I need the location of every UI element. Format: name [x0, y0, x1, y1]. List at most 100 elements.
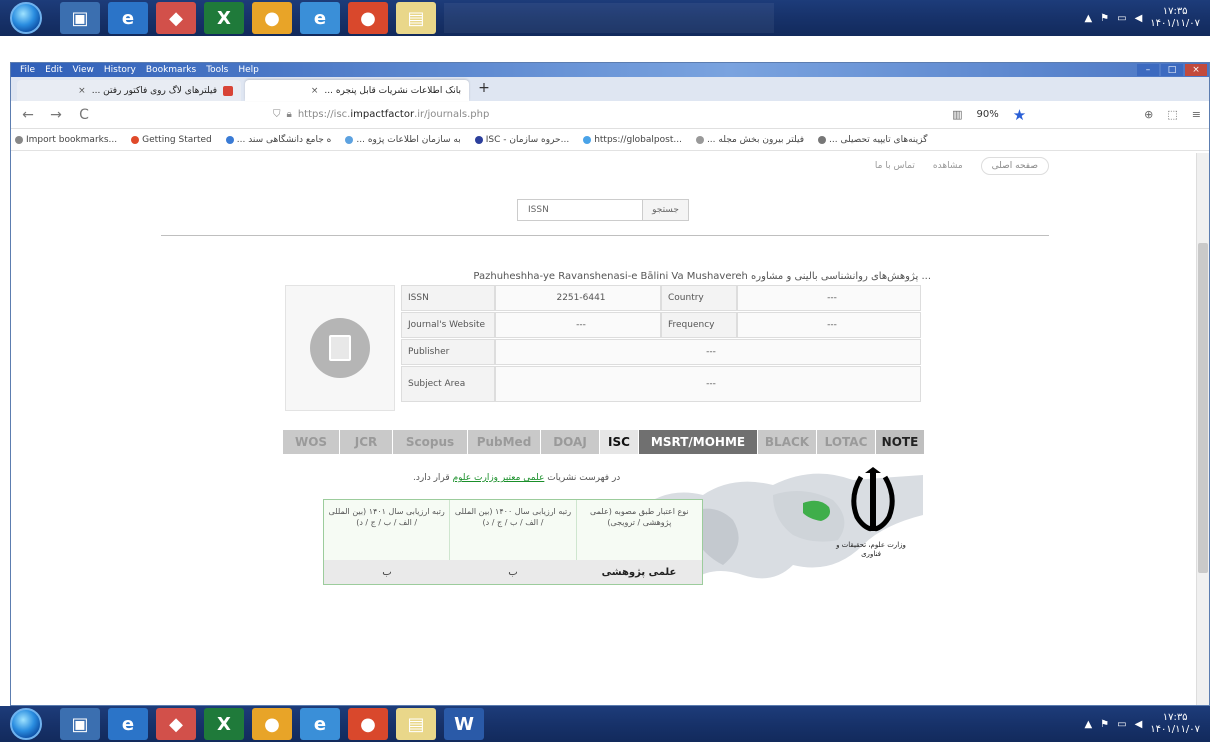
- menu-bookmarks[interactable]: Bookmarks: [141, 65, 201, 75]
- word-icon[interactable]: W: [444, 708, 484, 740]
- minimize-icon[interactable]: –: [1137, 64, 1159, 76]
- bookmark-site-icon: [474, 135, 483, 144]
- menu-icon[interactable]: ≡: [1192, 108, 1201, 121]
- journal-cover: [285, 285, 395, 411]
- internet-explorer-icon[interactable]: e: [108, 708, 148, 740]
- info-value: ---: [737, 312, 921, 338]
- excel-icon[interactable]: X: [204, 708, 244, 740]
- lock-icon[interactable]: 🔒︎: [287, 109, 292, 120]
- bookmark-item[interactable]: https://globalpost...: [583, 135, 682, 145]
- bookmark-site-icon: [345, 135, 354, 144]
- chrome-icon[interactable]: ●: [252, 2, 292, 34]
- start-button[interactable]: [10, 2, 42, 34]
- grade-value: علمی پژوهشی: [601, 566, 677, 578]
- url-bar[interactable]: ⛉ 🔒︎ https://isc. impactfactor .ir/journal…: [103, 104, 903, 126]
- tab-note[interactable]: NOTE: [876, 430, 924, 462]
- media-player-icon[interactable]: ◆: [156, 708, 196, 740]
- reader-view-icon[interactable]: ▥: [952, 108, 962, 121]
- extensions-icon[interactable]: ⬚: [1167, 108, 1177, 121]
- edge-icon[interactable]: e: [300, 708, 340, 740]
- bookmark-star-icon[interactable]: ★: [1013, 106, 1026, 124]
- navigation-bar: ← → C ⛉ 🔒︎ https://isc. impactfactor .ir/j…: [11, 101, 1209, 129]
- info-value: ---: [495, 339, 921, 365]
- scrollbar-thumb[interactable]: [1198, 243, 1208, 573]
- media-player-icon[interactable]: ◆: [156, 2, 196, 34]
- tray-chevron-icon[interactable]: ▲: [1084, 13, 1092, 24]
- explorer-icon[interactable]: ▣: [60, 2, 100, 34]
- bookmark-item[interactable]: Import bookmarks...: [15, 135, 117, 145]
- menu-file[interactable]: File: [15, 65, 40, 75]
- menu-edit[interactable]: Edit: [40, 65, 67, 75]
- search-button[interactable]: جستجو: [643, 199, 689, 221]
- firefox-icon[interactable]: ●: [348, 708, 388, 740]
- zoom-level[interactable]: 90%: [976, 109, 998, 120]
- menu-help[interactable]: Help: [233, 65, 264, 75]
- new-tab-button[interactable]: +: [473, 80, 495, 101]
- scrollbar[interactable]: [1196, 153, 1209, 705]
- menu-history[interactable]: History: [99, 65, 141, 75]
- bookmark-item[interactable]: Getting Started: [131, 135, 212, 145]
- bookmark-item[interactable]: ... فیلتر بیرون بخش مجله: [695, 135, 804, 145]
- taskbar-top: ▣ e ◆ X ● e ● ▤ ▲ ⚑ ▭ ◀ ۱۷:۳۵ ۱۴۰۱/۱۱/۰۷: [0, 0, 1210, 36]
- reload-icon[interactable]: C: [75, 107, 93, 123]
- divider: [161, 235, 1049, 236]
- site-nav-home[interactable]: صفحه اصلی: [980, 157, 1049, 175]
- maximize-icon[interactable]: □: [1161, 64, 1183, 76]
- chrome-icon[interactable]: ●: [252, 708, 292, 740]
- tab-close-icon[interactable]: ×: [311, 86, 319, 96]
- folder-icon[interactable]: ▤: [396, 2, 436, 34]
- back-icon[interactable]: ←: [19, 107, 37, 123]
- tray-network-icon[interactable]: ▭: [1117, 13, 1126, 24]
- bookmark-item[interactable]: ... ه جامع دانشگاهی سند: [225, 135, 331, 145]
- start-button[interactable]: [10, 708, 42, 740]
- tab-favicon-icon: [223, 85, 233, 96]
- close-window-icon[interactable]: ×: [1185, 64, 1207, 76]
- info-row: Publisher ---: [401, 339, 921, 365]
- bookmark-item[interactable]: ISC - حروه سازمان...: [474, 135, 569, 145]
- tab-wos[interactable]: WOS: [283, 430, 339, 454]
- bookmark-item[interactable]: ... به سازمان اطلاعات پژوه: [345, 135, 461, 145]
- tab-pubmed[interactable]: PubMed: [468, 430, 540, 454]
- tab-msrt-mohme[interactable]: MSRT/MOHME: [639, 430, 757, 454]
- menu-tools[interactable]: Tools: [201, 65, 233, 75]
- info-row: Journal's Website --- Frequency ---: [401, 312, 921, 338]
- account-icon[interactable]: ⊕: [1144, 108, 1153, 121]
- tab-scopus[interactable]: Scopus: [393, 430, 467, 454]
- tab-first[interactable]: فیلترهای لاگ روی فاکتور رفتن ... ×: [17, 80, 241, 101]
- tray-volume-icon[interactable]: ◀: [1135, 719, 1143, 730]
- tab-jcr[interactable]: JCR: [340, 430, 392, 454]
- bookmarks-bar: Import bookmarks... Getting Started ... …: [11, 129, 1209, 151]
- database-tabs: WOS JCR Scopus PubMed DOAJ ISC MSRT/MOHM…: [283, 430, 925, 462]
- tray-flag-icon[interactable]: ⚑: [1100, 13, 1109, 24]
- tab-active[interactable]: بانک اطلاعات نشریات قابل پنجره ... ×: [245, 80, 469, 101]
- tray-flag-icon[interactable]: ⚑: [1100, 719, 1109, 730]
- folder-icon[interactable]: ▤: [396, 708, 436, 740]
- forward-icon[interactable]: →: [47, 107, 65, 123]
- firefox-icon[interactable]: ●: [348, 2, 388, 34]
- tray-chevron-icon[interactable]: ▲: [1084, 719, 1092, 730]
- search-input[interactable]: ISSN: [517, 199, 643, 221]
- bookmark-site-icon: [818, 135, 827, 144]
- tray-network-icon[interactable]: ▭: [1117, 719, 1126, 730]
- internet-explorer-icon[interactable]: e: [108, 2, 148, 34]
- clock[interactable]: ۱۷:۳۵ ۱۴۰۱/۱۱/۰۷: [1150, 712, 1200, 736]
- tray-volume-icon[interactable]: ◀: [1135, 13, 1143, 24]
- edge-icon[interactable]: e: [300, 2, 340, 34]
- tab-close-icon[interactable]: ×: [78, 86, 86, 96]
- site-nav-item[interactable]: مشاهده: [933, 161, 963, 171]
- status-link[interactable]: علمی معتبر وزارت علوم: [453, 473, 545, 483]
- tab-doaj[interactable]: DOAJ: [541, 430, 599, 454]
- clock[interactable]: ۱۷:۳۵ ۱۴۰۱/۱۱/۰۷: [1150, 6, 1200, 30]
- site-nav-item[interactable]: تماس با ما: [875, 161, 915, 171]
- tab-lotac[interactable]: LOTAC: [817, 430, 875, 454]
- tab-black[interactable]: BLACK: [758, 430, 816, 454]
- shield-icon[interactable]: ⛉: [273, 109, 281, 120]
- url-prefix: https://isc.: [297, 109, 351, 120]
- excel-icon[interactable]: X: [204, 2, 244, 34]
- grade-header: رتبه ارزیابی سال ۱۴۰۱ (بین المللی / الف …: [328, 507, 445, 527]
- menu-view[interactable]: View: [68, 65, 99, 75]
- tab-isc[interactable]: ISC: [600, 430, 638, 462]
- bookmark-item[interactable]: ... گزینه‌های تایپیه تحصیلی: [818, 135, 927, 145]
- journal-title: Pazhuheshha-ye Ravanshenasi-e Bālini Va …: [473, 271, 931, 282]
- explorer-icon[interactable]: ▣: [60, 708, 100, 740]
